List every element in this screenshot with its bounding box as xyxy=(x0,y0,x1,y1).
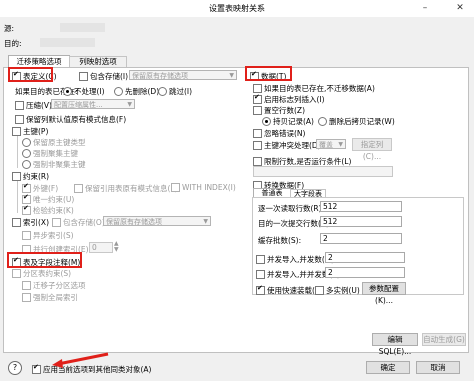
cache-batch-input[interactable]: 2 xyxy=(320,233,402,244)
keep-ref-schema-checkbox[interactable]: 保留引用表原有模式信息(F) xyxy=(74,183,178,194)
copy-records-radio[interactable]: 持贝记录(A) xyxy=(262,116,314,127)
storage-select[interactable]: 保留原有存储选项 ▼ xyxy=(129,70,237,80)
pk-conflict-checkbox[interactable]: 主键冲突处理(D): xyxy=(253,140,323,151)
param-config-button[interactable]: 参数配置(K)... xyxy=(362,282,406,305)
compress-select[interactable]: 配置压缩属性... ▼ xyxy=(51,99,135,109)
unique-constraint-checkbox[interactable]: 唯一约束(U) xyxy=(22,193,74,205)
radio-drop-first[interactable]: 先删除(D) xyxy=(114,86,159,97)
keep-default-checkbox[interactable]: 保留列默认值原有模式信息(F) xyxy=(15,114,126,125)
fast-load-checkbox[interactable]: 使用快速装载(U) xyxy=(256,284,323,296)
global-index-checkbox[interactable]: 强制全局索引 xyxy=(22,292,78,303)
commit-rows-input[interactable]: 512 xyxy=(320,216,402,227)
index-checkbox[interactable]: 索引(X) xyxy=(12,217,49,228)
parallel-index-spinner[interactable]: ▲ ▼ xyxy=(114,241,119,253)
specify-column-button[interactable]: 指定列(C)... xyxy=(352,138,392,161)
auto-generate-button[interactable]: 自动生成(G) xyxy=(422,333,466,346)
index-storage-select[interactable]: 保留原有存储选项 ▼ xyxy=(103,216,211,226)
sub-partition-checkbox[interactable]: 迁移子分区选项 xyxy=(22,280,86,291)
highlight-table-comment xyxy=(7,252,82,268)
limit-rows-input[interactable] xyxy=(253,166,393,177)
parallel-index-input[interactable]: 0 xyxy=(89,242,113,253)
ok-button[interactable]: 确定 xyxy=(366,361,410,374)
async-index-checkbox[interactable]: 异步索引(S) xyxy=(22,230,74,241)
target-label: 目的: xyxy=(4,39,22,48)
title-bar: 设置表映射关系 – ✕ xyxy=(0,0,474,17)
window-title: 设置表映射关系 xyxy=(209,4,265,13)
no-migrate-if-exists-checkbox[interactable]: 如果目的表已存在,不迁移数据(A) xyxy=(253,83,375,94)
parallel-count2-input[interactable]: 2 xyxy=(325,267,405,278)
multi-instance-checkbox[interactable]: 多实例(U) xyxy=(315,285,360,296)
radio-skip[interactable]: 跳过(I) xyxy=(158,86,192,97)
read-rows-input[interactable]: 512 xyxy=(320,201,402,212)
cancel-button[interactable]: 取消 xyxy=(416,361,460,374)
minimize-icon[interactable]: – xyxy=(414,0,436,17)
primary-key-group-line xyxy=(17,136,18,168)
cache-batch-label: 缓存批数(S): xyxy=(258,236,302,245)
pk-nonclustered-radio[interactable]: 强制非聚集主键 xyxy=(22,159,86,170)
empty-rows-checkbox[interactable]: 置空行数(Z) xyxy=(253,105,305,116)
close-icon[interactable]: ✕ xyxy=(446,0,474,17)
read-rows-label: 逐一次读取行数(R): xyxy=(258,204,325,213)
edit-sql-button[interactable]: 编辑SQL(E)... xyxy=(372,333,418,356)
help-icon[interactable]: ? xyxy=(8,361,22,375)
parallel-count-input[interactable]: 2 xyxy=(325,252,405,263)
highlight-table-def xyxy=(8,67,53,82)
source-label: 源: xyxy=(4,24,15,33)
ignore-error-checkbox[interactable]: 忽略错误(N) xyxy=(253,128,305,139)
target-value-redacted xyxy=(40,38,95,47)
check-constraint-checkbox[interactable]: 检验约束(K) xyxy=(22,204,74,216)
partition-checkbox[interactable]: 分区表约束(S) xyxy=(12,268,71,279)
with-index-checkbox[interactable]: WITH INDEX(I) xyxy=(171,183,236,192)
red-arrow-annotation xyxy=(52,352,109,368)
source-value-redacted xyxy=(60,23,105,32)
pk-keep-radio[interactable]: 保留原主键类型 xyxy=(22,137,86,148)
constraint-group-line xyxy=(17,181,18,213)
delete-then-copy-radio[interactable]: 删除后拷贝记录(W) xyxy=(318,116,395,127)
compress-checkbox[interactable]: 压缩(V) xyxy=(15,100,52,111)
include-storage-checkbox[interactable]: 包含存储(I) xyxy=(79,71,128,82)
conflict-select[interactable]: 覆盖 ▼ xyxy=(316,139,346,149)
pk-clustered-radio[interactable]: 强制聚集主键 xyxy=(22,148,78,159)
index-storage-checkbox[interactable]: 包含存储(O) xyxy=(52,217,105,228)
highlight-data xyxy=(245,66,292,81)
identity-insert-checkbox[interactable]: 启用标志列插入(I) xyxy=(253,93,325,105)
radio-no-action[interactable]: 不处理(I) xyxy=(63,86,105,97)
